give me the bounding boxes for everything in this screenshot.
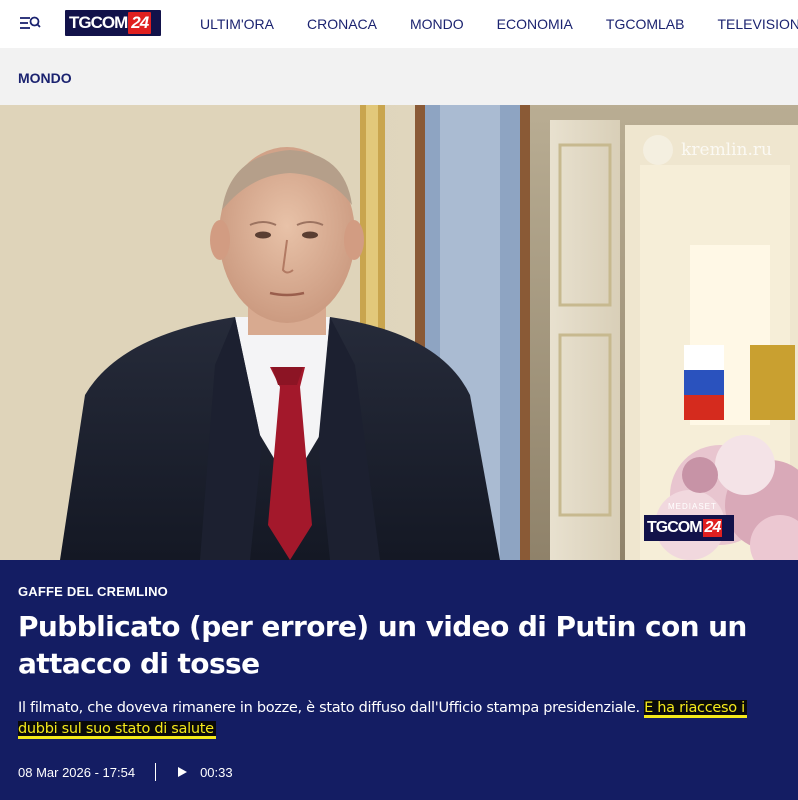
hero-logo-tg: TG — [647, 519, 668, 536]
article-kicker: GAFFE DEL CREMLINO — [18, 584, 168, 599]
nav-item-cronaca[interactable]: CRONACA — [307, 16, 377, 32]
article-summary: Il filmato, che doveva rimanere in bozze… — [18, 698, 788, 740]
nav-item-mondo[interactable]: MONDO — [410, 16, 464, 32]
logo-tg: TG — [69, 13, 92, 32]
logo-24: 24 — [128, 12, 152, 34]
hero-channel-logo: TG COM 24 — [644, 515, 734, 541]
meta-divider — [155, 763, 157, 781]
play-video-button[interactable]: 00:33 — [176, 765, 233, 780]
eagle-emblem-icon — [643, 135, 674, 165]
summary-highlight-2: dubbi sul suo stato di salute — [18, 721, 216, 739]
main-nav: ULTIM'ORA CRONACA MONDO ECONOMIA TGCOMLA… — [200, 0, 798, 48]
section-bar: MONDO — [0, 48, 798, 105]
mediaset-label: MEDIASET — [668, 502, 717, 511]
hero-illustration — [0, 105, 798, 560]
summary-highlight-1: E ha riacceso i — [644, 700, 747, 718]
watermark-text: kremlin.ru — [681, 140, 772, 160]
section-label[interactable]: MONDO — [18, 70, 72, 86]
play-icon — [178, 767, 188, 777]
nav-item-economia[interactable]: ECONOMIA — [497, 16, 573, 32]
nav-item-televisione[interactable]: TELEVISIONE — [717, 16, 798, 32]
hero-logo-com: COM — [667, 519, 702, 536]
top-header: TG COM 24 ULTIM'ORA CRONACA MONDO ECONOM… — [0, 0, 798, 48]
article-panel: GAFFE DEL CREMLINO Pubblicato (per error… — [0, 560, 798, 800]
menu-search-icon[interactable] — [18, 13, 42, 33]
nav-item-ultimora[interactable]: ULTIM'ORA — [200, 16, 274, 32]
hero-video-thumbnail[interactable]: kremlin.ru MEDIASET TG COM 24 — [0, 105, 798, 560]
logo-com: COM — [90, 13, 129, 32]
site-logo[interactable]: TG COM 24 — [65, 10, 161, 36]
nav-item-tgcomlab[interactable]: TGCOMLAB — [606, 16, 685, 32]
video-duration: 00:33 — [200, 764, 233, 780]
kremlin-watermark: kremlin.ru — [643, 135, 772, 165]
article-headline[interactable]: Pubblicato (per errore) un video di Puti… — [18, 608, 788, 682]
article-meta: 08 Mar 2026 - 17:54 00:33 — [18, 763, 233, 781]
hero-logo-24: 24 — [702, 519, 723, 537]
summary-text: Il filmato, che doveva rimanere in bozze… — [18, 700, 645, 716]
publish-date: 08 Mar 2026 - 17:54 — [18, 764, 136, 780]
